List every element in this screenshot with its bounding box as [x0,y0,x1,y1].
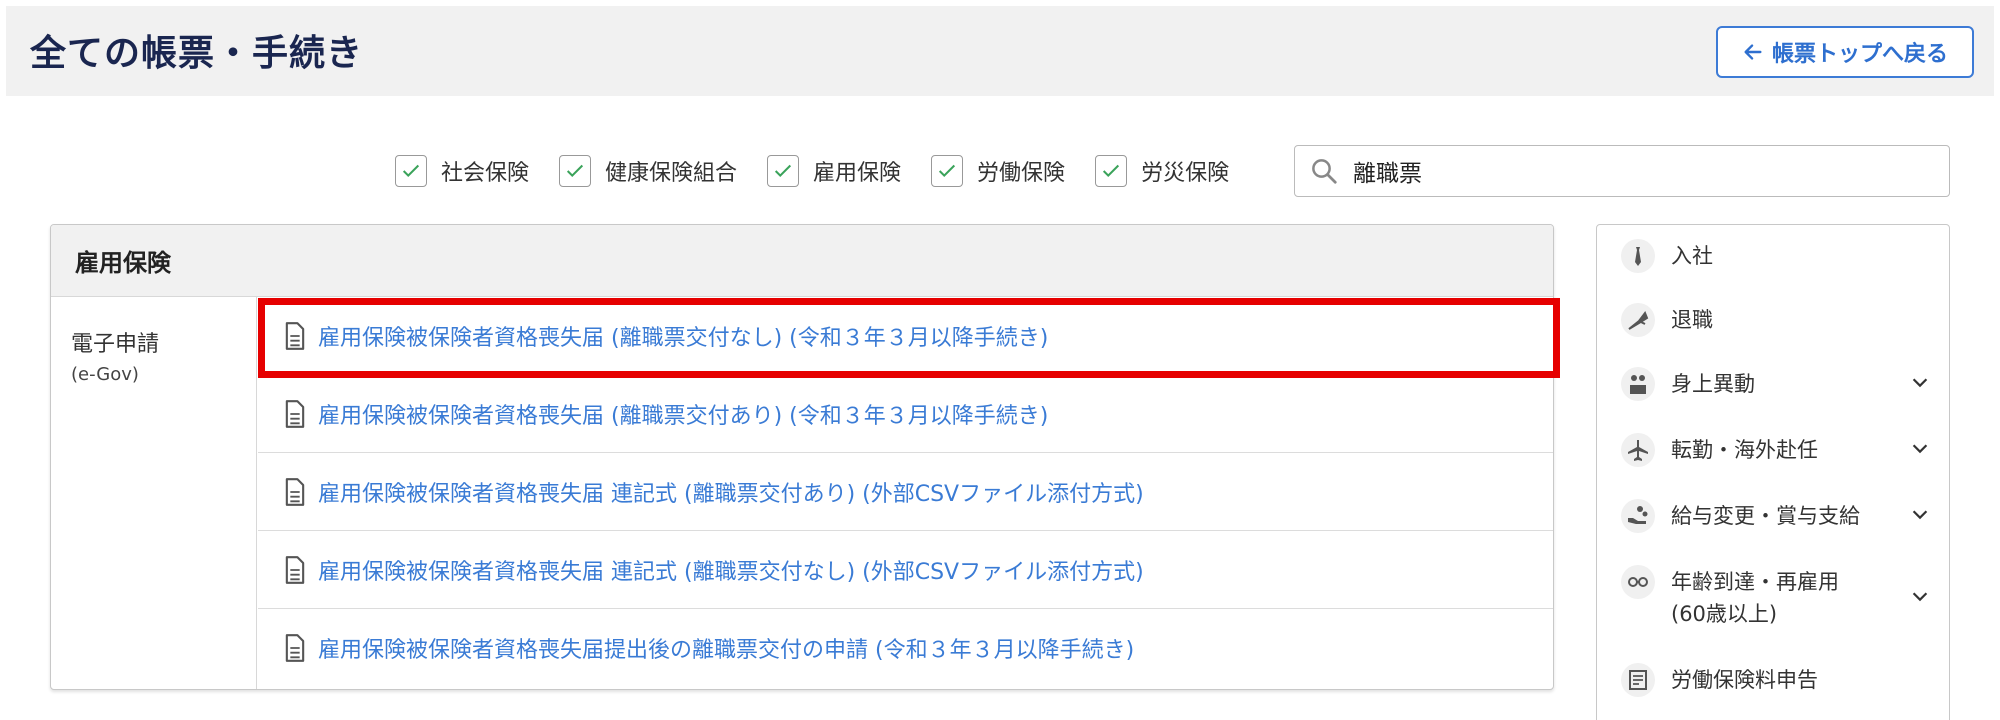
sidebar-item-personal-change[interactable]: 身上異動 [1621,367,1931,401]
back-button-label: 帳票トップへ戻る [1771,42,1948,67]
people-icon [1621,367,1655,401]
search-input[interactable] [1353,158,1933,184]
document-icon [285,555,305,584]
check-icon [566,164,584,178]
document-icon [285,399,305,428]
sidebar-item-label: 年齢到達・再雇用 [1671,570,1839,594]
filter-workers-comp-insurance[interactable]: 労災保険 [1095,155,1229,187]
form-link[interactable]: 雇用保険被保険者資格喪失届 連記式 (離職票交付あり) (外部CSVファイル添付… [318,476,1144,508]
form-link[interactable]: 雇用保険被保険者資格喪失届 (離職票交付あり) (令和３年３月以降手続き) [318,398,1048,430]
sidebar-item-leaving[interactable]: 退職 [1621,303,1931,337]
page-header: 全ての帳票・手続き 帳票トップへ戻る [6,6,1994,96]
chevron-down-icon[interactable] [1909,437,1931,459]
sidebar-item-labor-insurance-declaration[interactable]: 労働保険料申告 [1621,663,1931,697]
tie-icon [1621,239,1655,273]
form-link[interactable]: 雇用保険被保険者資格喪失届 連記式 (離職票交付なし) (外部CSVファイル添付… [318,554,1144,586]
category-sub: (e-Gov) [71,363,139,385]
chevron-down-icon[interactable] [1909,585,1931,607]
filter-label: 社会保険 [441,161,530,186]
form-link[interactable]: 雇用保険被保険者資格喪失届 (離職票交付なし) (令和３年３月以降手続き) [318,320,1048,352]
sidebar-item-label: 転勤・海外赴任 [1671,438,1818,462]
sidebar-item-label: 入社 [1671,244,1713,268]
form-link-row[interactable]: 雇用保険被保険者資格喪失届提出後の離職票交付の申請 (令和３年３月以降手続き) [258,609,1553,687]
filter-health-insurance-union[interactable]: 健康保険組合 [559,155,737,187]
flowers-icon [1621,303,1655,337]
form-link-row[interactable]: 雇用保険被保険者資格喪失届 (離職票交付なし) (令和３年３月以降手続き) [258,297,1553,375]
filter-employment-insurance[interactable]: 雇用保険 [767,155,901,187]
sidebar-item-label: 給与変更・賞与支給 [1671,504,1860,528]
arrow-left-icon [1744,44,1762,60]
checkbox-workers-comp-insurance[interactable] [1095,155,1128,187]
filter-label: 雇用保険 [813,161,902,186]
filter-labor-insurance[interactable]: 労働保険 [931,155,1065,187]
category-name: 電子申請 [71,332,160,357]
sidebar-item-salary-bonus[interactable]: 給与変更・賞与支給 [1621,499,1931,533]
checkbox-health-insurance-union[interactable] [559,155,592,187]
document-icon [285,634,305,662]
form-link-row[interactable]: 雇用保険被保険者資格喪失届 連記式 (離職票交付なし) (外部CSVファイル添付… [258,531,1553,609]
sidebar-item-label: 労働保険料申告 [1671,668,1818,692]
life-event-sidebar: 入社 退職 身上異動 転勤・海外赴任 給与変更・賞与支給 年齢到達・再雇用 (6… [1596,224,1950,720]
filter-label: 健康保険組合 [605,161,738,186]
page-title: 全ての帳票・手続き [30,33,364,74]
check-icon [939,164,956,178]
filter-label: 労災保険 [1141,161,1230,186]
sidebar-item-transfer[interactable]: 転勤・海外赴任 [1621,433,1931,467]
form-link[interactable]: 雇用保険被保険者資格喪失届提出後の離職票交付の申請 (令和３年３月以降手続き) [318,632,1134,664]
filter-label: 労働保険 [977,161,1066,186]
panel-title: 雇用保険 [51,225,1553,297]
document-icon [285,477,305,506]
check-icon [402,164,420,178]
check-icon [774,164,792,178]
form-link-row[interactable]: 雇用保険被保険者資格喪失届 連記式 (離職票交付あり) (外部CSVファイル添付… [258,453,1553,531]
form-link-row[interactable]: 雇用保険被保険者資格喪失届 (離職票交付あり) (令和３年３月以降手続き) [258,375,1553,453]
insurance-filter-bar: 社会保険 健康保険組合 雇用保険 労働保険 労災保険 [395,145,1259,197]
checkbox-labor-insurance[interactable] [931,155,964,187]
search-box [1294,145,1950,197]
money-hand-icon [1621,499,1655,533]
employment-insurance-panel: 雇用保険 電子申請 (e-Gov) 雇用保険被保険者資格喪失届 (離職票交付なし… [50,224,1554,690]
sidebar-item-label: 身上異動 [1671,372,1755,396]
back-to-forms-top-button[interactable]: 帳票トップへ戻る [1716,26,1974,78]
sidebar-item-label: 退職 [1671,308,1713,332]
sidebar-item-sublabel: (60歳以上) [1671,602,1778,626]
sidebar-item-age-reemployment[interactable]: 年齢到達・再雇用 (60歳以上) [1621,565,1931,629]
filter-social-insurance[interactable]: 社会保険 [395,155,529,187]
category-cell: 電子申請 (e-Gov) [51,297,257,689]
sidebar-item-joining[interactable]: 入社 [1621,239,1931,273]
form-list: 雇用保険被保険者資格喪失届 (離職票交付なし) (令和３年３月以降手続き) 雇用… [258,297,1553,687]
chevron-down-icon[interactable] [1909,503,1931,525]
checkbox-social-insurance[interactable] [395,155,427,187]
airplane-icon [1621,433,1655,467]
glasses-icon [1621,565,1655,599]
document-icon [1621,663,1655,697]
chevron-down-icon[interactable] [1909,371,1931,393]
checkbox-employment-insurance[interactable] [767,155,800,187]
document-icon [285,321,305,350]
check-icon [1103,164,1120,178]
search-icon [1312,159,1337,184]
